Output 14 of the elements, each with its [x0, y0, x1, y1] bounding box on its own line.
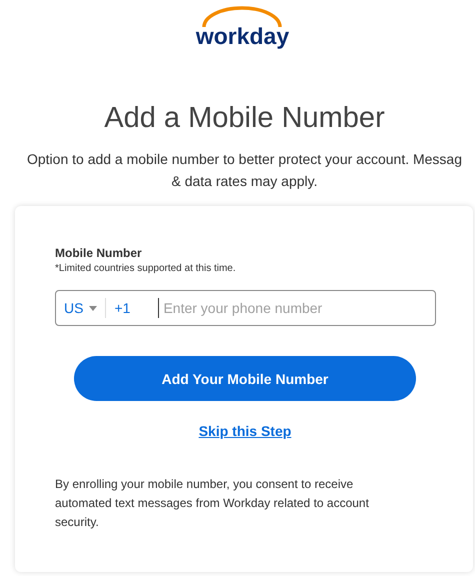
consent-text: By enrolling your mobile number, you consent to receive automated text messages from Workday related to account security. [55, 476, 370, 531]
subtitle-line: Option to add a mobile number to better protect your account. Messag [26, 150, 462, 169]
dial-code: +1 [114, 300, 132, 316]
add-number-button[interactable]: Add Your Mobile Number [74, 356, 416, 401]
page-title: Add a Mobile Number [104, 101, 385, 136]
country-dropdown[interactable]: US [56, 298, 106, 318]
phone-field[interactable]: US +1 Enter your phone number [55, 290, 436, 326]
skip-link[interactable]: Skip this Step [198, 423, 292, 439]
field-note: *Limited countries supported at this time. [55, 263, 237, 274]
caret-icon [89, 306, 98, 310]
field-label: Mobile Number [55, 246, 143, 260]
logo-text: workday [196, 24, 290, 48]
logo-arc-icon [200, 6, 284, 28]
subtitle-line: & data rates may apply. [171, 172, 318, 191]
